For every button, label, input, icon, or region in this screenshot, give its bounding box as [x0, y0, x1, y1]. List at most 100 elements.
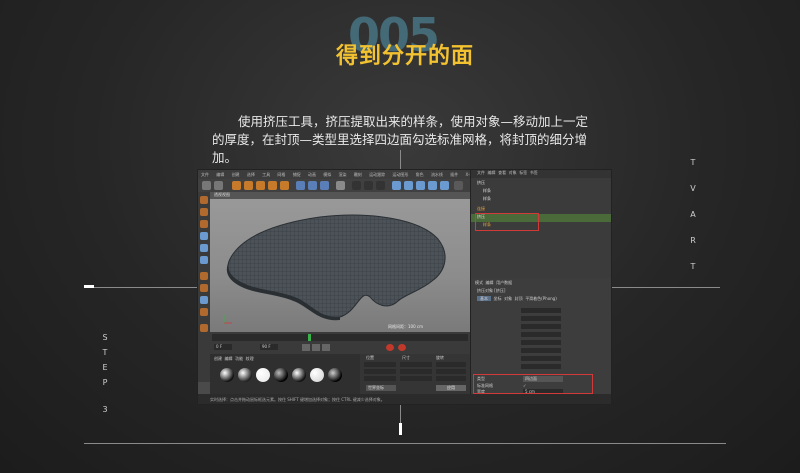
material-ball[interactable] — [310, 368, 324, 382]
play-icon[interactable] — [312, 344, 320, 351]
size-x-field[interactable] — [400, 362, 432, 367]
pen-icon[interactable] — [404, 181, 413, 190]
object-row[interactable]: 挤压 — [471, 180, 611, 188]
live-select-icon[interactable] — [280, 181, 289, 190]
rotate-tool-icon[interactable] — [268, 181, 277, 190]
render-view-icon[interactable] — [352, 181, 361, 190]
am-tab[interactable]: 模式 — [475, 280, 483, 285]
sculpt-icon[interactable] — [200, 324, 208, 332]
object-row[interactable]: 样条 — [471, 196, 611, 204]
attribute-field[interactable] — [521, 364, 561, 369]
attribute-field[interactable] — [521, 340, 561, 345]
timeline-playhead[interactable] — [308, 334, 311, 341]
world-coordinates-select[interactable]: 世界坐标 — [366, 385, 396, 391]
auto-key-icon[interactable] — [398, 344, 406, 351]
polygons-mode-icon[interactable] — [200, 256, 208, 264]
menu-item[interactable]: 模拟 — [323, 172, 331, 178]
position-x-field[interactable] — [364, 362, 396, 367]
am-subtab[interactable]: 基本 — [477, 296, 491, 301]
axis-mode-icon[interactable] — [200, 272, 208, 280]
select-tool-icon[interactable] — [232, 181, 241, 190]
rotation-b-field[interactable] — [436, 376, 466, 381]
render-icon[interactable] — [364, 181, 373, 190]
size-y-field[interactable] — [400, 369, 432, 374]
coordinate-icon[interactable] — [336, 181, 345, 190]
make-editable-icon[interactable] — [200, 196, 208, 204]
rotation-h-field[interactable] — [436, 362, 466, 367]
am-tab[interactable]: 用户数据 — [496, 280, 512, 285]
axis-z-icon[interactable] — [320, 181, 329, 190]
menu-item[interactable]: 网格 — [277, 172, 285, 178]
attribute-field[interactable] — [521, 356, 561, 361]
axis-x-icon[interactable] — [296, 181, 305, 190]
material-tab[interactable]: 创建 — [214, 356, 222, 361]
scale-tool-icon[interactable] — [256, 181, 265, 190]
start-frame-field[interactable]: 0 F — [214, 344, 232, 350]
position-z-field[interactable] — [364, 376, 396, 381]
size-z-field[interactable] — [400, 376, 432, 381]
am-subtab[interactable]: 对象 — [504, 296, 512, 301]
attribute-field[interactable] — [521, 348, 561, 353]
texture-mode-icon[interactable] — [200, 208, 208, 216]
menu-item[interactable]: 雕刻 — [354, 172, 362, 178]
am-subtab[interactable]: 封顶 — [515, 296, 523, 301]
material-ball[interactable] — [274, 368, 288, 382]
om-tab[interactable]: 文件 — [477, 170, 485, 175]
menu-item[interactable]: 文件 — [201, 172, 209, 178]
om-tab[interactable]: 编辑 — [488, 170, 496, 175]
attribute-field[interactable] — [521, 316, 561, 321]
rotation-p-field[interactable] — [436, 369, 466, 374]
menu-item[interactable]: 运动图形 — [392, 172, 408, 178]
menu-item[interactable]: 渲染 — [339, 172, 347, 178]
edges-mode-icon[interactable] — [200, 244, 208, 252]
menu-item[interactable]: 角色 — [416, 172, 424, 178]
am-subtab[interactable]: 坐标 — [494, 296, 502, 301]
apply-button[interactable]: 应用 — [436, 385, 466, 391]
material-ball[interactable] — [220, 368, 234, 382]
menu-item[interactable]: 插件 — [450, 172, 458, 178]
material-tab[interactable]: 纹理 — [246, 356, 254, 361]
nurbs-icon[interactable] — [416, 181, 425, 190]
material-ball[interactable] — [256, 368, 270, 382]
tweak-mode-icon[interactable] — [200, 284, 208, 292]
lock-workplane-icon[interactable] — [200, 308, 208, 316]
menu-item[interactable]: 创建 — [232, 172, 240, 178]
attribute-field[interactable] — [521, 332, 561, 337]
undo-icon[interactable] — [202, 181, 211, 190]
snap-icon[interactable] — [200, 296, 208, 304]
menu-item[interactable]: 编辑 — [216, 172, 224, 178]
om-tab[interactable]: 查看 — [498, 170, 506, 175]
material-tab[interactable]: 编辑 — [225, 356, 233, 361]
array-icon[interactable] — [428, 181, 437, 190]
record-icon[interactable] — [386, 344, 394, 351]
material-tab[interactable]: 功能 — [235, 356, 243, 361]
attribute-field[interactable] — [521, 308, 561, 313]
workplane-icon[interactable] — [200, 220, 208, 228]
material-ball[interactable] — [292, 368, 306, 382]
render-settings-icon[interactable] — [376, 181, 385, 190]
menu-item[interactable]: 捕捉 — [293, 172, 301, 178]
redo-icon[interactable] — [214, 181, 223, 190]
end-frame-field[interactable]: 90 F — [260, 344, 278, 350]
menu-item[interactable]: 动画 — [308, 172, 316, 178]
menu-item[interactable]: 选择 — [247, 172, 255, 178]
om-tab[interactable]: 标签 — [519, 170, 527, 175]
camera-icon[interactable] — [454, 181, 463, 190]
om-tab[interactable]: 书签 — [530, 170, 538, 175]
timeline[interactable]: 0 F 90 F — [210, 332, 470, 354]
menu-item[interactable]: 流水线 — [431, 172, 443, 178]
material-ball[interactable] — [328, 368, 342, 382]
am-tab[interactable]: 编辑 — [486, 280, 494, 285]
cube-icon[interactable] — [392, 181, 401, 190]
timeline-ruler[interactable] — [212, 334, 468, 341]
play-forward-icon[interactable] — [322, 344, 330, 351]
attribute-field[interactable] — [521, 324, 561, 329]
points-mode-icon[interactable] — [200, 232, 208, 240]
om-tab[interactable]: 对象 — [509, 170, 517, 175]
deformer-icon[interactable] — [440, 181, 449, 190]
viewport[interactable]: 透视视图 网格间距：100 cm — [210, 192, 470, 332]
axis-y-icon[interactable] — [308, 181, 317, 190]
material-ball[interactable] — [238, 368, 252, 382]
play-back-icon[interactable] — [302, 344, 310, 351]
menu-item[interactable]: 工具 — [262, 172, 270, 178]
